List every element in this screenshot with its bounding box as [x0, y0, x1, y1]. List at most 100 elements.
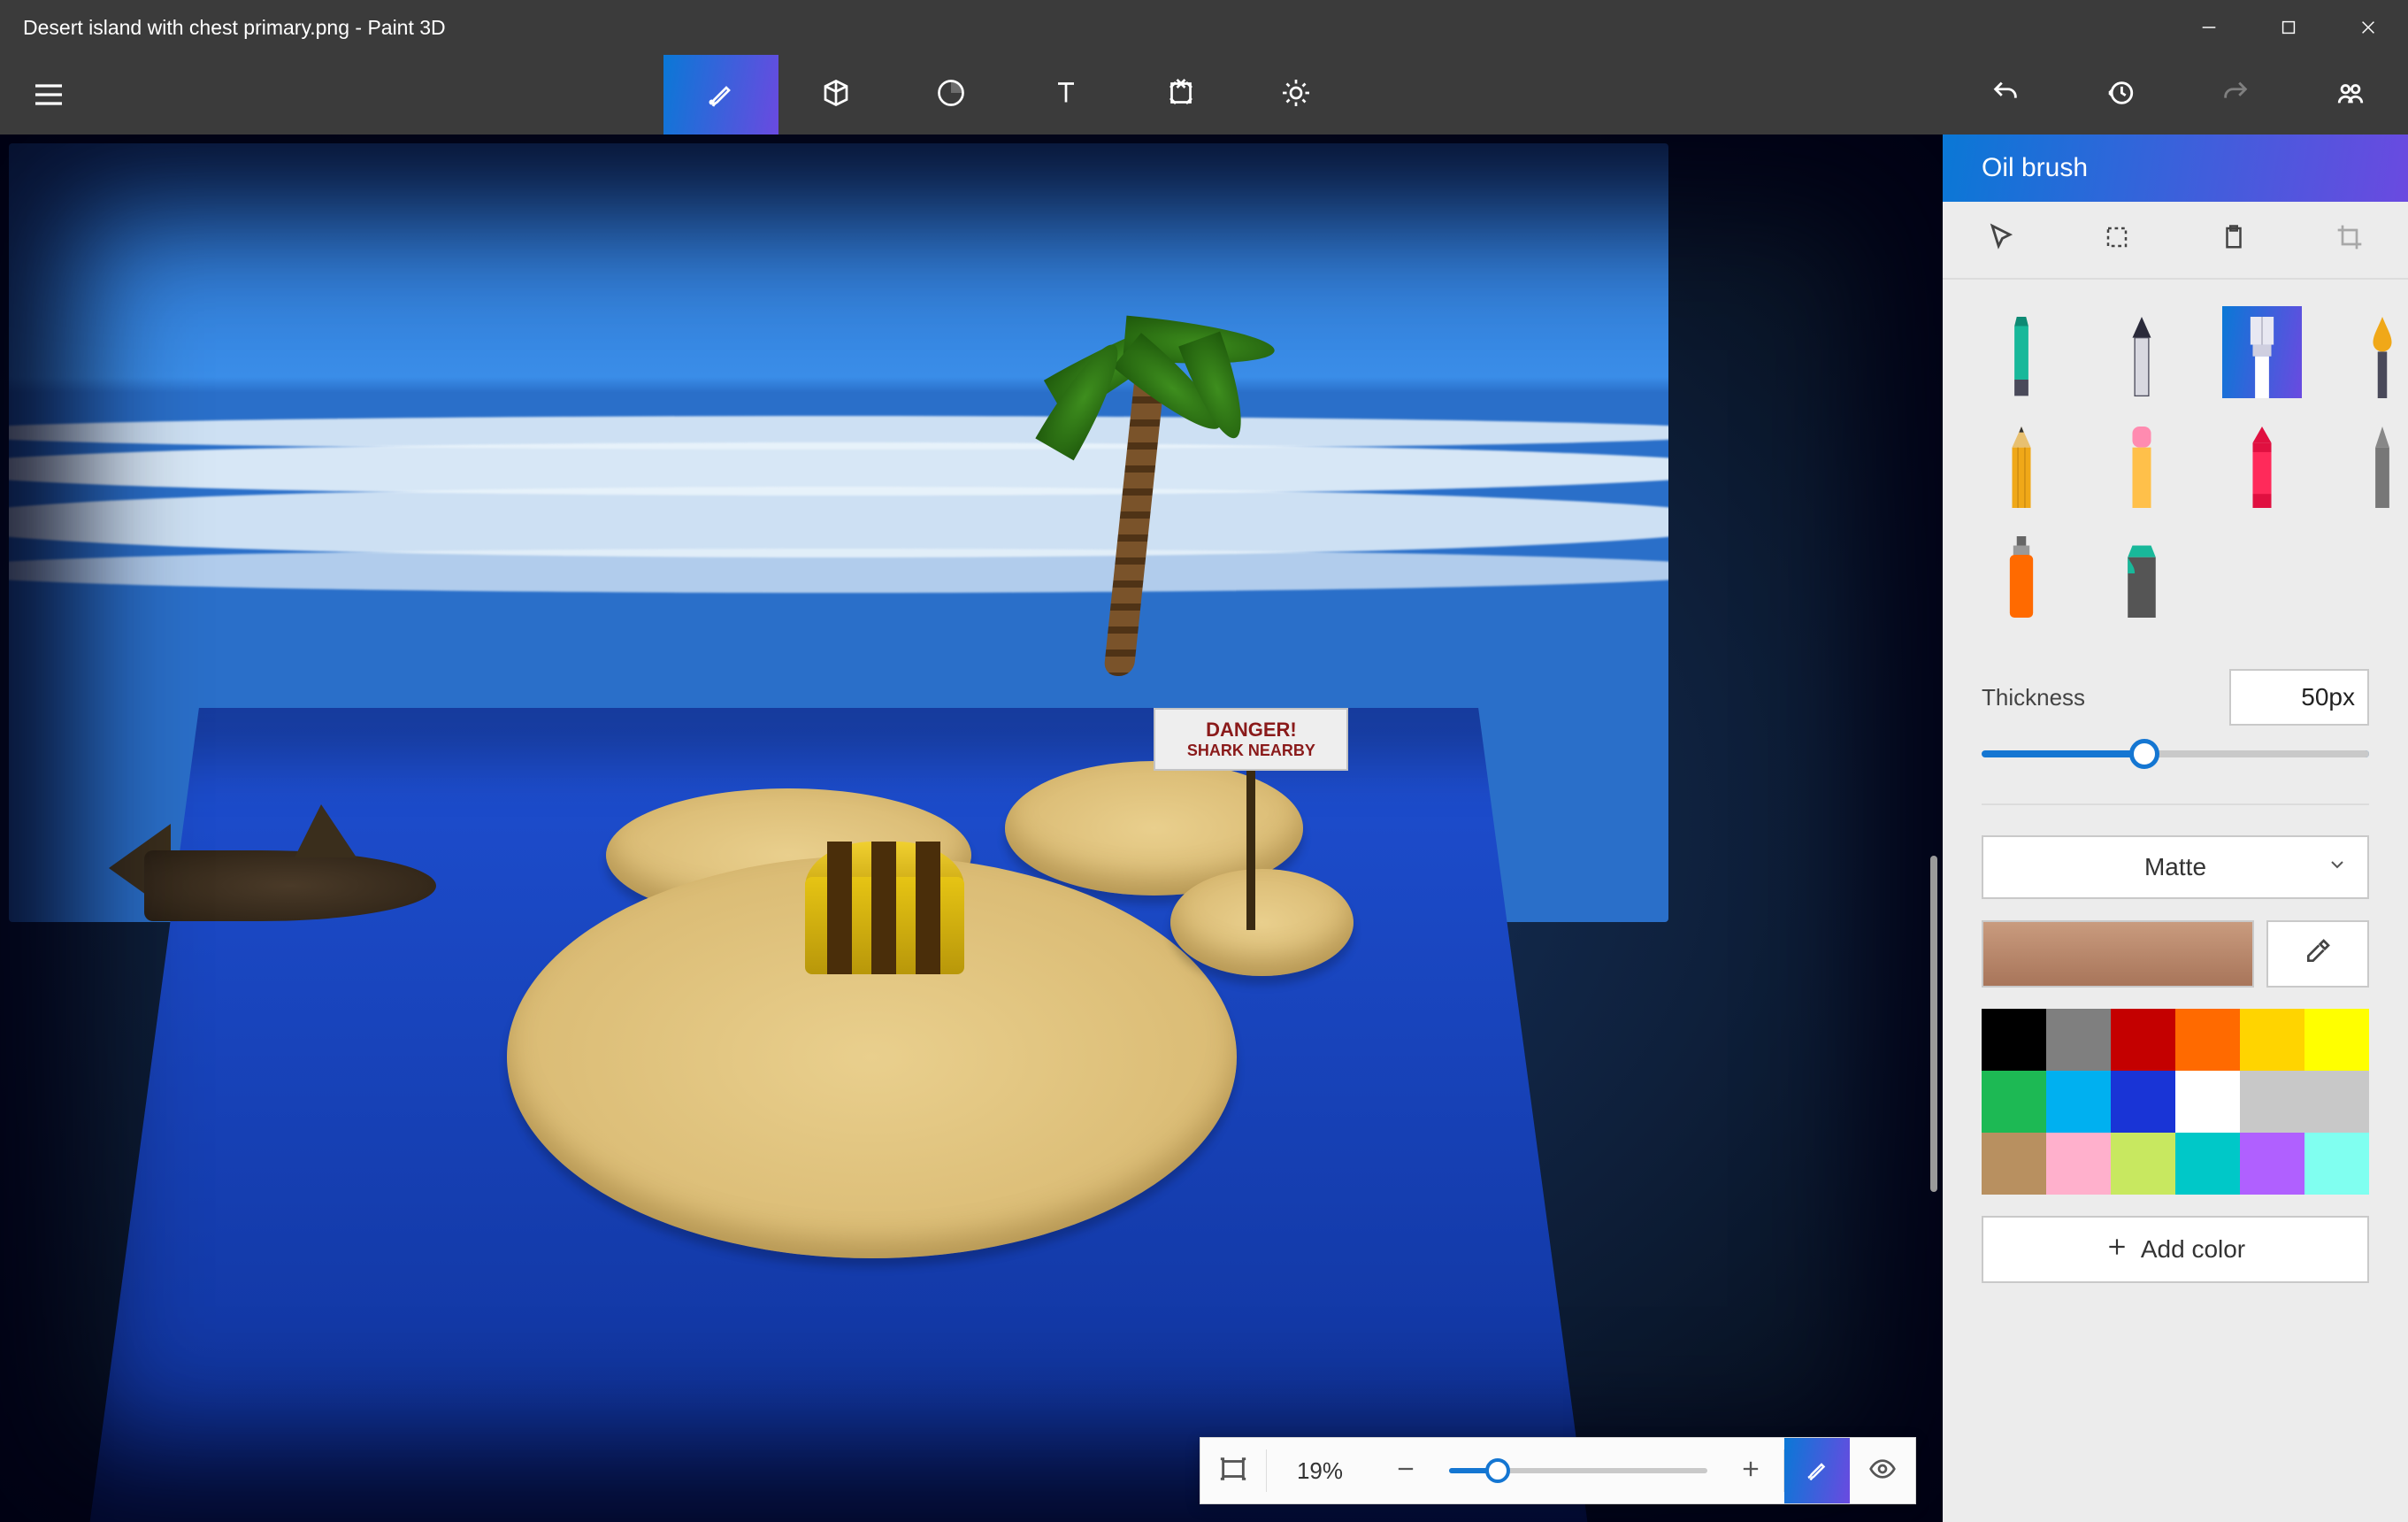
zoom-percent-label: 19%	[1267, 1457, 1373, 1485]
palm-tree	[1071, 304, 1213, 676]
color-swatch[interactable]	[2046, 1009, 2111, 1071]
current-color-swatch[interactable]	[1982, 920, 2254, 988]
brush-icon	[1804, 1456, 1830, 1487]
color-swatch[interactable]	[2240, 1009, 2304, 1071]
zoom-toolbar: 19%	[1200, 1437, 1916, 1504]
plus-icon	[1738, 1457, 1763, 1486]
eyedropper-button[interactable]	[2266, 920, 2369, 988]
color-swatch[interactable]	[2111, 1133, 2175, 1195]
canvas-viewport[interactable]: DANGER! SHARK NEARBY 19%	[0, 135, 1943, 1522]
thickness-slider[interactable]	[1982, 750, 2369, 757]
thickness-input[interactable]	[2229, 669, 2369, 726]
brush-calligraphy[interactable]	[2102, 306, 2182, 398]
clipboard-icon	[2220, 222, 2247, 258]
people-icon	[2335, 78, 2366, 112]
close-button[interactable]	[2328, 0, 2408, 55]
main-toolbar	[0, 55, 2408, 135]
warning-sign: DANGER! SHARK NEARBY	[1154, 708, 1348, 930]
color-swatch[interactable]	[2304, 1009, 2369, 1071]
color-palette	[1982, 1009, 2369, 1195]
side-panel: Oil brush	[1943, 135, 2408, 1522]
brush-marker[interactable]	[1982, 306, 2061, 398]
color-swatch[interactable]	[2111, 1071, 2175, 1133]
edit-mode-button[interactable]	[1784, 1438, 1850, 1503]
material-dropdown[interactable]: Matte	[1982, 835, 2369, 899]
zoom-slider[interactable]	[1449, 1468, 1707, 1473]
app-root: Desert island with chest primary.png - P…	[0, 0, 2408, 1522]
color-swatch[interactable]	[2175, 1009, 2240, 1071]
redo-icon	[2220, 78, 2251, 112]
select-tool[interactable]	[1975, 213, 2028, 266]
brush-icon	[705, 77, 737, 113]
brush-grid	[1943, 280, 2408, 664]
main-area: DANGER! SHARK NEARBY 19%	[0, 135, 2408, 1522]
cursor-icon	[1986, 222, 2016, 258]
sign-text-line2: SHARK NEARBY	[1168, 742, 1334, 760]
color-swatch[interactable]	[2240, 1133, 2304, 1195]
magic-select-tool[interactable]	[2090, 213, 2143, 266]
eye-icon	[1868, 1455, 1897, 1487]
minimize-button[interactable]	[2169, 0, 2249, 55]
scene-preview: DANGER! SHARK NEARBY	[9, 143, 1668, 1487]
minus-icon	[1393, 1457, 1418, 1486]
color-swatch[interactable]	[2304, 1133, 2369, 1195]
fit-screen-button[interactable]	[1200, 1438, 1266, 1503]
text-icon	[1050, 77, 1082, 113]
brush-pencil[interactable]	[1982, 416, 2061, 508]
crop-tool[interactable]	[2323, 213, 2376, 266]
sticker-icon	[935, 77, 967, 113]
menu-button[interactable]	[0, 55, 97, 135]
brush-fill[interactable]	[2102, 526, 2182, 618]
treasure-chest	[805, 842, 964, 974]
history-icon	[2105, 78, 2136, 112]
zoom-out-button[interactable]	[1373, 1438, 1438, 1503]
tab-3d-shapes[interactable]	[778, 55, 893, 135]
color-swatch[interactable]	[1982, 1071, 2046, 1133]
color-swatch[interactable]	[2240, 1071, 2304, 1133]
color-swatch[interactable]	[2175, 1133, 2240, 1195]
add-color-label: Add color	[2141, 1235, 2245, 1264]
paste-tool[interactable]	[2207, 213, 2260, 266]
brush-oil[interactable]	[2222, 306, 2302, 398]
tab-stickers[interactable]	[893, 55, 1008, 135]
panel-title: Oil brush	[1943, 135, 2408, 202]
title-bar: Desert island with chest primary.png - P…	[0, 0, 2408, 55]
redo-button[interactable]	[2178, 55, 2293, 135]
plus-icon	[2105, 1235, 2128, 1264]
sign-text-line1: DANGER!	[1168, 719, 1334, 742]
community-button[interactable]	[2293, 55, 2408, 135]
chevron-down-icon	[2327, 853, 2348, 881]
crop-icon	[2335, 223, 2364, 258]
effects-icon	[1280, 77, 1312, 113]
view-mode-button[interactable]	[1850, 1438, 1915, 1503]
color-swatch[interactable]	[1982, 1009, 2046, 1071]
brush-watercolor[interactable]	[2343, 306, 2408, 398]
color-swatch[interactable]	[2046, 1133, 2111, 1195]
color-swatch[interactable]	[1982, 1133, 2046, 1195]
canvas-scrollbar[interactable]	[1930, 856, 1937, 1192]
color-swatch[interactable]	[2175, 1071, 2240, 1133]
canvas-icon	[1165, 77, 1197, 113]
undo-button[interactable]	[1948, 55, 2063, 135]
tab-brushes[interactable]	[663, 55, 778, 135]
tab-text[interactable]	[1008, 55, 1123, 135]
marquee-icon	[2104, 224, 2130, 257]
add-color-button[interactable]: Add color	[1982, 1216, 2369, 1283]
brush-spray-can[interactable]	[1982, 526, 2061, 618]
cube-icon	[820, 77, 852, 113]
brush-eraser[interactable]	[2102, 416, 2182, 508]
brush-pixel-pen[interactable]	[2343, 416, 2408, 508]
brush-crayon[interactable]	[2222, 416, 2302, 508]
tab-canvas[interactable]	[1123, 55, 1239, 135]
undo-icon	[1990, 78, 2021, 112]
panel-tool-row	[1943, 202, 2408, 280]
tab-effects[interactable]	[1239, 55, 1354, 135]
maximize-button[interactable]	[2249, 0, 2328, 55]
color-swatch[interactable]	[2111, 1009, 2175, 1071]
zoom-in-button[interactable]	[1718, 1438, 1783, 1503]
window-title: Desert island with chest primary.png - P…	[23, 16, 446, 40]
color-swatch[interactable]	[2046, 1071, 2111, 1133]
color-swatch[interactable]	[2304, 1071, 2369, 1133]
history-button[interactable]	[2063, 55, 2178, 135]
thickness-label: Thickness	[1982, 684, 2085, 711]
